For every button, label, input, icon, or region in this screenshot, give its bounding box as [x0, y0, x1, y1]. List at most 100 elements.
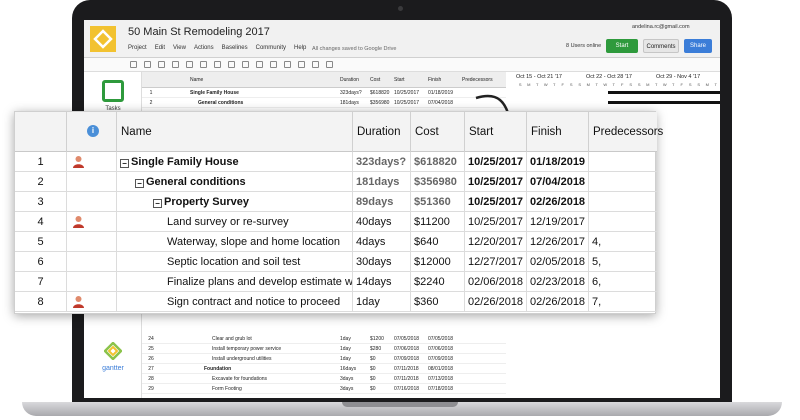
- task-duration[interactable]: 323days?: [353, 152, 411, 172]
- collapse-icon[interactable]: −: [135, 179, 144, 188]
- gantt-summary-bar[interactable]: [608, 91, 720, 94]
- menu-actions[interactable]: Actions: [194, 45, 214, 51]
- header-start[interactable]: Start: [465, 112, 527, 152]
- table-row[interactable]: 29 Form Footing 3days $0 07/16/2018 07/1…: [142, 384, 506, 394]
- task-duration[interactable]: 14days: [353, 272, 411, 292]
- task-finish[interactable]: 12/19/2017: [527, 212, 589, 232]
- resource-person-icon[interactable]: [72, 295, 85, 308]
- table-row[interactable]: 8 Sign contract and notice to proceed 1d…: [15, 292, 657, 312]
- task-start[interactable]: 12/27/2017: [465, 252, 527, 272]
- task-start[interactable]: 10/25/2017: [465, 192, 527, 212]
- task-finish[interactable]: 07/13/2018: [428, 376, 462, 382]
- task-finish[interactable]: 07/04/2018: [428, 100, 462, 106]
- task-start[interactable]: 07/11/2018: [394, 366, 428, 372]
- header-cost[interactable]: Cost: [411, 112, 465, 152]
- task-duration[interactable]: 30days: [353, 252, 411, 272]
- task-name-cell[interactable]: − Single Family House: [117, 152, 353, 172]
- table-row[interactable]: 26 Install underground utilities 1day $0…: [142, 354, 506, 364]
- task-name[interactable]: Clear and grub lot: [190, 336, 340, 342]
- menu-edit[interactable]: Edit: [155, 45, 165, 51]
- menu-help[interactable]: Help: [294, 45, 306, 51]
- task-start[interactable]: 10/25/2017: [465, 152, 527, 172]
- task-cost[interactable]: $0: [370, 376, 394, 382]
- header-predecessors[interactable]: Predecessors: [589, 112, 663, 152]
- task-start[interactable]: 07/05/2018: [394, 336, 428, 342]
- task-cost[interactable]: $12000: [411, 252, 465, 272]
- tasks-icon[interactable]: [102, 80, 124, 102]
- table-row[interactable]: 1 Single Family House 323days? $618820 1…: [142, 88, 506, 98]
- task-cost[interactable]: $51360: [411, 192, 465, 212]
- task-cost[interactable]: $360: [411, 292, 465, 312]
- task-finish[interactable]: 02/05/2018: [527, 252, 589, 272]
- task-cost[interactable]: $280: [370, 346, 394, 352]
- task-duration[interactable]: 181days: [340, 100, 370, 106]
- task-duration[interactable]: 89days: [353, 192, 411, 212]
- table-row[interactable]: 1 − Single Family House 323days? $618820 …: [15, 152, 657, 172]
- task-start[interactable]: 10/25/2017: [394, 100, 428, 106]
- task-predecessors[interactable]: [589, 152, 657, 172]
- task-name[interactable]: Single Family House: [190, 90, 340, 96]
- task-predecessors[interactable]: 7,: [589, 292, 657, 312]
- task-cost[interactable]: $2240: [411, 272, 465, 292]
- task-name[interactable]: General conditions: [190, 100, 340, 106]
- task-start[interactable]: 10/25/2017: [465, 172, 527, 192]
- task-cost[interactable]: $0: [370, 386, 394, 392]
- task-duration[interactable]: 1day: [340, 356, 370, 362]
- header-finish[interactable]: Finish: [527, 112, 589, 152]
- table-row[interactable]: 24 Clear and grub lot 1day $1200 07/05/2…: [142, 334, 506, 344]
- table-row[interactable]: 27 Foundation 16days $0 07/11/2018 08/01…: [142, 364, 506, 374]
- task-cost[interactable]: $0: [370, 356, 394, 362]
- task-name[interactable]: Form Footing: [190, 386, 340, 392]
- header-finish[interactable]: Finish: [428, 77, 462, 83]
- header-duration[interactable]: Duration: [340, 77, 370, 83]
- table-row[interactable]: 6 Septic location and soil test 30days $…: [15, 252, 657, 272]
- task-duration[interactable]: 1day: [340, 346, 370, 352]
- task-predecessors[interactable]: 5,: [589, 252, 657, 272]
- task-duration[interactable]: 16days: [340, 366, 370, 372]
- print-icon[interactable]: [130, 61, 137, 68]
- task-name[interactable]: Install underground utilities: [190, 356, 340, 362]
- task-duration[interactable]: 181days: [353, 172, 411, 192]
- task-duration[interactable]: 3days: [340, 376, 370, 382]
- task-name[interactable]: Waterway, slope and home location: [117, 232, 353, 252]
- comments-button[interactable]: Comments: [643, 39, 679, 53]
- zoom-out-icon[interactable]: [298, 61, 305, 68]
- task-duration[interactable]: 40days: [353, 212, 411, 232]
- info-icon[interactable]: i: [87, 125, 99, 137]
- table-row[interactable]: 3 − Property Survey 89days $51360 10/25/2…: [15, 192, 657, 212]
- task-cost[interactable]: $0: [370, 366, 394, 372]
- resource-person-icon[interactable]: [72, 155, 85, 168]
- filter-icon[interactable]: [326, 61, 333, 68]
- cut-icon[interactable]: [144, 61, 151, 68]
- task-predecessors[interactable]: [589, 172, 657, 192]
- split-icon[interactable]: [270, 61, 277, 68]
- table-row[interactable]: 2 − General conditions 181days $356980 10…: [15, 172, 657, 192]
- task-start[interactable]: 07/09/2018: [394, 356, 428, 362]
- task-start[interactable]: 10/25/2017: [394, 90, 428, 96]
- paste-icon[interactable]: [172, 61, 179, 68]
- collapse-icon[interactable]: −: [153, 199, 162, 208]
- task-finish[interactable]: 08/01/2018: [428, 366, 462, 372]
- task-cost[interactable]: $1200: [370, 336, 394, 342]
- scroll-to-task-icon[interactable]: [312, 61, 319, 68]
- task-cost[interactable]: $618820: [370, 90, 394, 96]
- redo-icon[interactable]: [200, 61, 207, 68]
- zoom-in-icon[interactable]: [284, 61, 291, 68]
- unlink-icon[interactable]: [256, 61, 263, 68]
- task-predecessors[interactable]: [589, 212, 657, 232]
- task-name-cell[interactable]: − General conditions: [117, 172, 353, 192]
- task-duration[interactable]: 3days: [340, 386, 370, 392]
- task-name[interactable]: Septic location and soil test: [117, 252, 353, 272]
- table-row[interactable]: 25 Install temporary power service 1day …: [142, 344, 506, 354]
- table-row[interactable]: 28 Excavate for foundations 3days $0 07/…: [142, 374, 506, 384]
- task-predecessors[interactable]: 6,: [589, 272, 657, 292]
- task-predecessors[interactable]: 4,: [589, 232, 657, 252]
- task-cost[interactable]: $618820: [411, 152, 465, 172]
- task-start[interactable]: 02/26/2018: [465, 292, 527, 312]
- task-name[interactable]: Finalize plans and develop estimate with: [117, 272, 353, 292]
- menu-baselines[interactable]: Baselines: [222, 45, 248, 51]
- task-finish[interactable]: 01/18/2019: [527, 152, 589, 172]
- table-row[interactable]: 4 Land survey or re-survey 40days $11200…: [15, 212, 657, 232]
- task-duration[interactable]: 1day: [340, 336, 370, 342]
- task-start[interactable]: 10/25/2017: [465, 212, 527, 232]
